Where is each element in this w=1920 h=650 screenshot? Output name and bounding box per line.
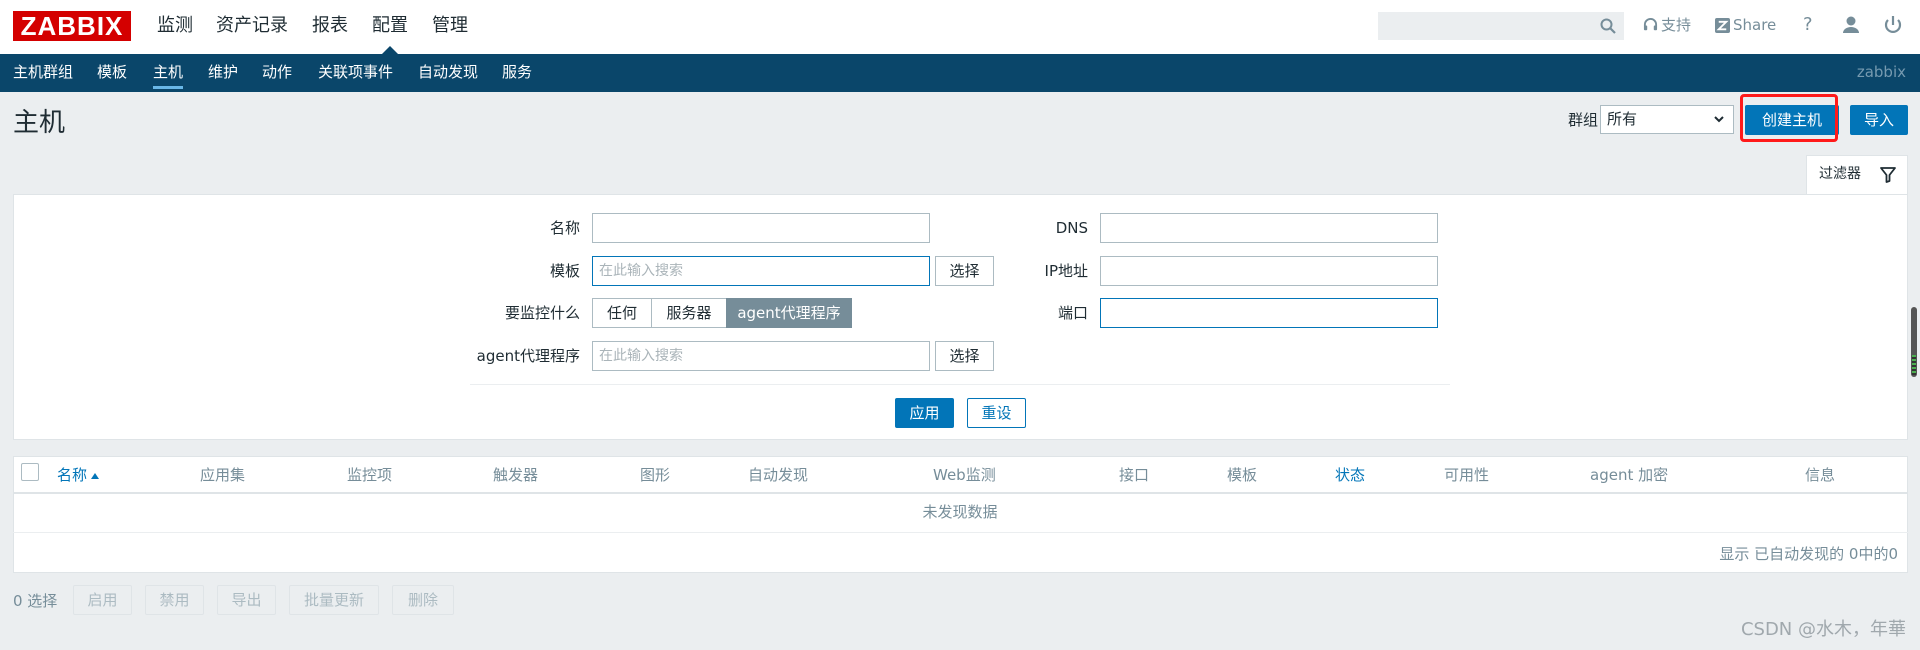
support-label: 支持 [1661,16,1692,34]
filter-template-label: 模板 [549,262,580,280]
subnav-maintenance[interactable]: 维护 [208,62,238,82]
top-header [0,0,1920,54]
filter-name-input[interactable] [592,213,930,243]
proxy-select-button[interactable]: 选择 [935,341,994,371]
share-link[interactable]: Share [1715,14,1776,36]
column-interface-header: 接口 [1119,466,1150,484]
export-button[interactable]: 导出 [217,585,276,615]
filter-tab-label: 过滤器 [1819,166,1861,182]
column-graphs-header: 图形 [640,466,671,484]
headset-icon [1643,18,1658,31]
filter-port-input[interactable] [1100,298,1438,328]
support-link[interactable]: 支持 [1643,14,1691,36]
table-header-divider [13,492,1908,494]
chevron-down-icon [1714,116,1724,123]
filter-proxy-input[interactable] [592,341,930,371]
column-encryption-header: agent 加密 [1590,466,1669,484]
active-subnav-underline [153,86,183,89]
table-row-divider [13,532,1908,533]
search-icon[interactable] [1599,17,1617,35]
active-nav-pointer [382,46,398,54]
sign-out-icon[interactable] [1882,14,1904,36]
import-button[interactable]: 导入 [1850,105,1908,135]
highlight-box [1740,94,1838,142]
global-search [1378,12,1624,40]
nav-monitoring[interactable]: 监测 [157,12,193,40]
table-empty-message: 未发现数据 [922,503,998,521]
share-z-icon [1715,18,1730,33]
sub-navigation-bar: 主机群组 模板 主机 维护 动作 关联项事件 自动发现 服务 zabbix [0,54,1920,92]
filter-tab[interactable]: 过滤器 [1806,155,1908,195]
scrollbar-grip [1912,355,1916,375]
column-status-header[interactable]: 状态 [1335,465,1365,485]
filter-port-label: 端口 [1057,304,1088,322]
subnav-host-groups[interactable]: 主机群组 [13,62,73,82]
nav-configuration[interactable]: 配置 [372,12,408,40]
column-availability-header: 可用性 [1444,466,1490,484]
filter-dns-label: DNS [1055,219,1088,237]
subnav-hosts[interactable]: 主机 [153,62,183,82]
group-label: 群组 [1568,111,1599,129]
column-info-header: 信息 [1805,466,1836,484]
subnav-services[interactable]: 服务 [502,62,532,82]
filter-proxy-label: agent代理程序 [476,347,580,365]
disable-button[interactable]: 禁用 [145,585,204,615]
nav-reports[interactable]: 报表 [312,12,348,40]
column-applications-header: 应用集 [200,466,246,484]
apply-button[interactable]: 应用 [895,398,954,428]
subnav-event-correlation[interactable]: 关联项事件 [318,62,393,82]
zabbix-logo[interactable]: ZABBIX [13,11,131,41]
filter-divider [470,384,1450,385]
table-footer-count: 显示 已自动发现的 0中的0 [1719,545,1898,563]
monitor-proxy-option[interactable]: agent代理程序 [726,298,852,328]
subnav-discovery[interactable]: 自动发现 [418,62,478,82]
page-title: 主机 [13,108,66,138]
help-button[interactable]: ? [1803,14,1813,36]
group-select-value: 所有 [1607,110,1638,128]
mass-update-button[interactable]: 批量更新 [289,585,379,615]
group-select[interactable]: 所有 [1600,105,1734,134]
filter-ip-input[interactable] [1100,256,1438,286]
monitor-any-option[interactable]: 任何 [592,298,652,328]
selected-count: 0 选择 [13,592,58,610]
column-name-header[interactable]: 名称 [57,465,100,485]
filter-template-input[interactable] [592,256,930,286]
nav-administration[interactable]: 管理 [432,12,468,40]
share-label: Share [1733,16,1777,34]
enable-button[interactable]: 启用 [73,585,132,615]
subnav-actions[interactable]: 动作 [262,62,292,82]
filter-funnel-icon [1880,167,1896,183]
select-all-checkbox[interactable] [21,463,39,481]
search-input[interactable] [1379,13,1599,39]
filter-monitor-label: 要监控什么 [504,304,580,322]
column-discovery-header: 自动发现 [748,466,809,484]
column-templates-header: 模板 [1227,466,1258,484]
nav-inventory[interactable]: 资产记录 [216,12,288,40]
subnav-templates[interactable]: 模板 [97,62,127,82]
delete-button[interactable]: 删除 [392,585,454,615]
column-items-header: 监控项 [347,466,393,484]
watermark-text: CSDN @水木，年華 [1740,619,1906,640]
column-triggers-header: 触发器 [493,466,539,484]
reset-button[interactable]: 重设 [967,398,1026,428]
filter-ip-label: IP地址 [1044,262,1088,280]
server-name: zabbix [1856,63,1906,81]
filter-dns-input[interactable] [1100,213,1438,243]
user-profile-icon[interactable] [1840,14,1862,36]
sort-asc-icon [91,473,100,479]
column-web-header: Web监测 [933,466,996,484]
filter-name-label: 名称 [549,219,580,237]
monitor-server-option[interactable]: 服务器 [651,298,727,328]
